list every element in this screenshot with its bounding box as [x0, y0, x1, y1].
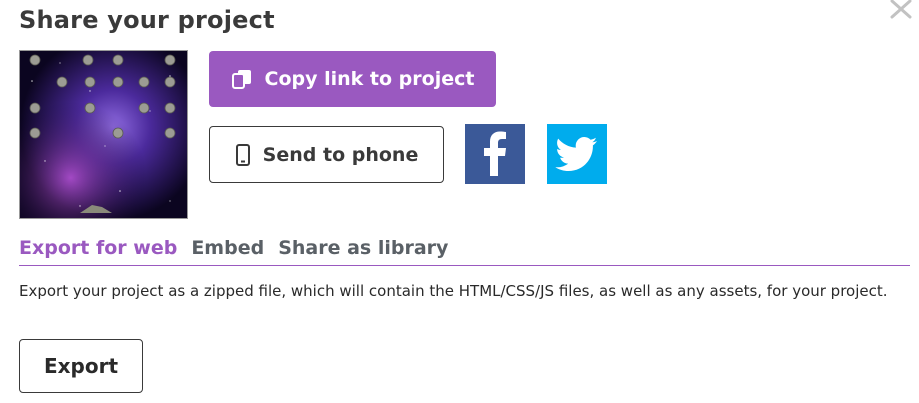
project-thumbnail — [19, 50, 188, 219]
tab-embed[interactable]: Embed — [191, 237, 264, 265]
copy-link-label: Copy link to project — [264, 68, 475, 90]
twitter-icon — [555, 137, 597, 171]
copy-link-button[interactable]: Copy link to project — [209, 51, 496, 107]
facebook-share-button[interactable] — [465, 124, 525, 184]
send-to-phone-button[interactable]: Send to phone — [209, 126, 444, 183]
phone-icon — [235, 143, 251, 166]
twitter-share-button[interactable] — [547, 124, 607, 184]
export-button-label: Export — [43, 354, 119, 378]
tab-export-for-web[interactable]: Export for web — [19, 237, 177, 265]
copy-icon — [231, 69, 253, 89]
send-to-phone-label: Send to phone — [262, 143, 419, 166]
dialog-title: Share your project — [19, 6, 275, 34]
export-description: Export your project as a zipped file, wh… — [19, 282, 888, 300]
tab-share-as-library[interactable]: Share as library — [278, 237, 448, 265]
share-dialog: Share your project Copy link to project … — [0, 0, 919, 403]
export-button[interactable]: Export — [19, 339, 143, 393]
export-tabs: Export for web Embed Share as library — [19, 237, 910, 266]
close-icon[interactable] — [886, 0, 916, 22]
facebook-icon — [484, 131, 506, 176]
